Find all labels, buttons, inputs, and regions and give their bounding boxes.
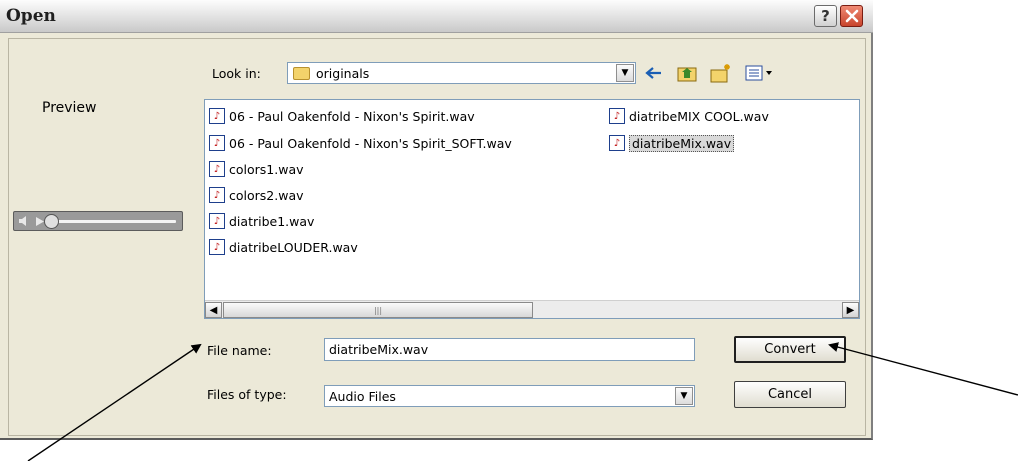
arrow-to-convert [828, 342, 1018, 396]
annotation-arrows [27, 342, 1018, 461]
arrow-to-file-name [27, 343, 202, 461]
